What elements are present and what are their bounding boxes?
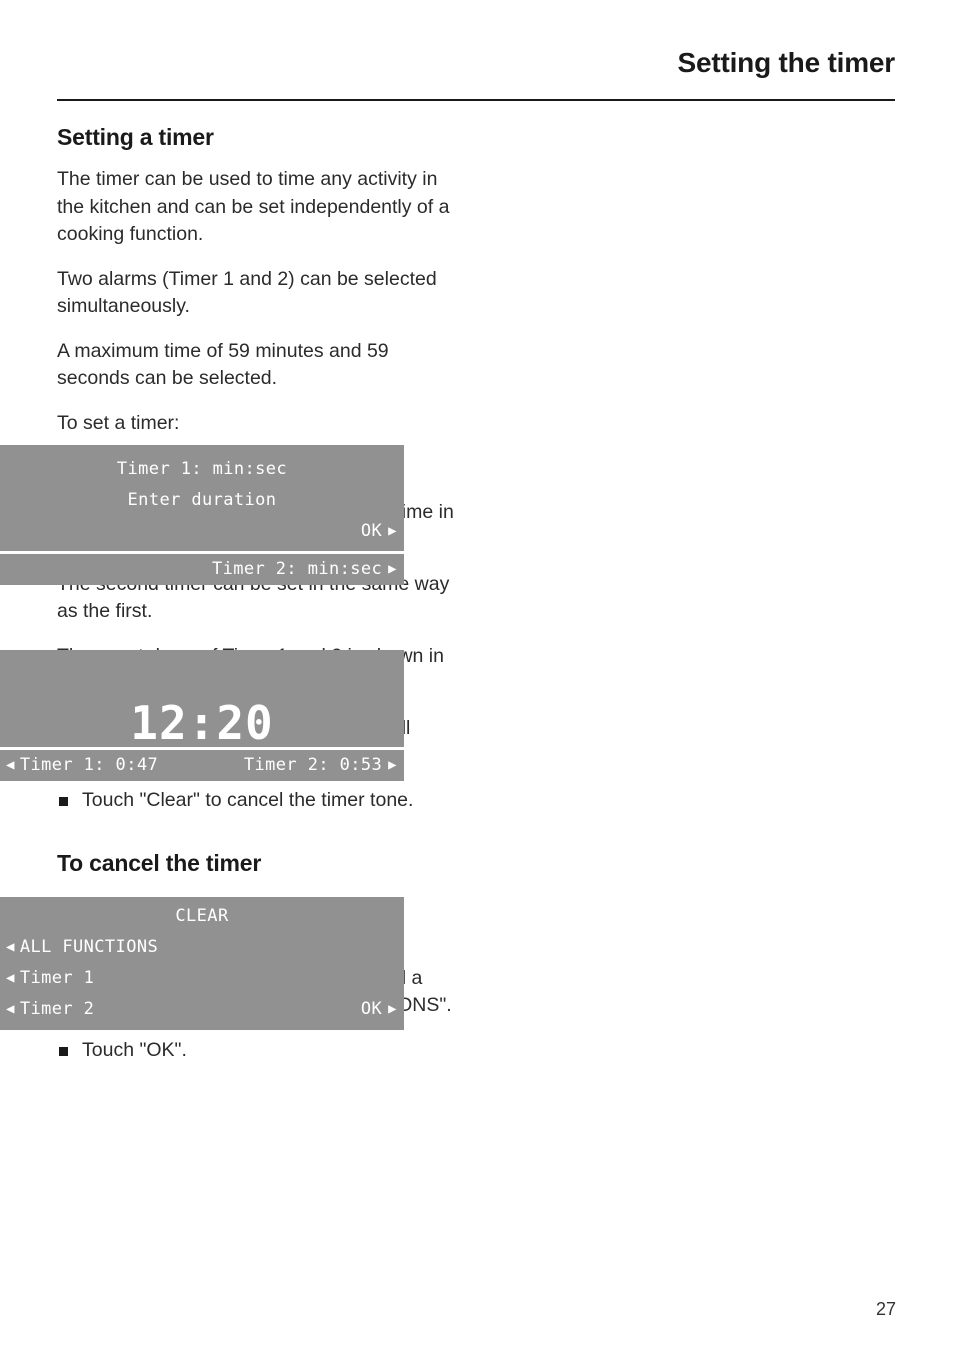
display-illustration-timer-entry: Timer 1: min:sec Enter duration OK ▶ Time…: [0, 445, 404, 585]
arrow-right-icon: ▶: [388, 1001, 397, 1017]
bullet-list-cancel-tone: Touch "Clear" to cancel the timer tone.: [57, 787, 457, 815]
display-timer1-label: Timer 1: 0:47: [19, 755, 159, 775]
page-number: 27: [875, 1299, 896, 1319]
page-title: Setting the timer: [677, 47, 895, 78]
section-heading-setting-a-timer: Setting a timer: [57, 124, 214, 150]
display-menu-item-label: ALL FUNCTIONS: [19, 937, 159, 957]
arrow-left-icon: ◀: [6, 757, 15, 773]
display-illustration-clear-menu: CLEAR ◀ ALL FUNCTIONS ◀ Timer 1 ◀ Timer 2 O…: [0, 897, 404, 1030]
display-ok-label: OK: [360, 999, 383, 1019]
display-timer2-slot: Timer 2: min:sec ▶: [212, 554, 397, 585]
paragraph-to-set-a-timer: To set a timer:: [57, 411, 180, 434]
display-row-ok: OK ▶: [0, 516, 404, 547]
display-menu-item-timer-2: ◀ Timer 2 OK ▶: [0, 994, 404, 1025]
paragraph-two-alarms: Two alarms (Timer 1 and 2) can be select…: [57, 267, 437, 318]
display-timer1-slot: ◀ Timer 1: 0:47: [6, 750, 158, 781]
display-menu-item-slot: ◀ ALL FUNCTIONS: [6, 932, 158, 963]
paragraph-maximum-time: A maximum time of 59 minutes and 59 seco…: [57, 339, 389, 390]
display-ok-slot: OK ▶: [361, 994, 397, 1025]
list-item-label: Touch "OK".: [82, 1038, 187, 1061]
section-heading-to-cancel-the-timer: To cancel the timer: [57, 850, 262, 877]
display-timer2-label: Timer 2: 0:53: [243, 755, 383, 775]
arrow-right-icon: ▶: [388, 523, 397, 539]
display-line-enter-duration: Enter duration: [127, 490, 277, 510]
page-header: Setting the timer: [57, 47, 895, 79]
display-timer2-slot: Timer 2: 0:53 ▶: [244, 750, 397, 781]
display-clock-area: 12:20: [0, 650, 404, 747]
display-row-timer2: Timer 2: min:sec ▶: [0, 554, 404, 585]
display-timer2-label: Timer 2: min:sec: [211, 559, 383, 579]
arrow-left-icon: ◀: [6, 939, 15, 955]
display-illustration-clock-countdown: 12:20 ◀ Timer 1: 0:47 Timer 2: 0:53 ▶: [0, 650, 404, 781]
display-footer-area: Timer 2: min:sec ▶: [0, 554, 404, 585]
display-menu-item-label: Timer 1: [19, 968, 95, 988]
display-menu-item-timer-1: ◀ Timer 1: [0, 963, 404, 994]
bullet-square-icon: [59, 1046, 68, 1056]
arrow-right-icon: ▶: [388, 561, 397, 577]
arrow-right-icon: ▶: [388, 757, 397, 773]
display-clear-inner: CLEAR ◀ ALL FUNCTIONS ◀ Timer 1 ◀ Timer 2 O…: [0, 897, 404, 1030]
bullet-square-icon: [59, 796, 68, 806]
paragraph-timer-description: The timer can be used to time any activi…: [57, 168, 450, 246]
display-menu-item-label: Timer 2: [19, 999, 95, 1019]
display-menu-item-slot: ◀ Timer 1: [6, 963, 94, 994]
arrow-left-icon: ◀: [6, 970, 15, 986]
display-ok-label: OK: [360, 521, 383, 541]
display-menu-item-slot: ◀ Timer 2: [6, 994, 94, 1025]
display-clock-time: 12:20: [130, 696, 274, 750]
arrow-left-icon: ◀: [6, 1001, 15, 1017]
display-menu-item-all-functions: ◀ ALL FUNCTIONS: [0, 932, 404, 963]
display-line-timer1-minsec: Timer 1: min:sec: [116, 459, 288, 479]
display-clear-title: CLEAR: [175, 906, 229, 926]
header-divider: [57, 99, 895, 101]
list-item: Touch "Clear" to cancel the timer tone.: [57, 787, 457, 815]
display-main-area: Timer 1: min:sec Enter duration OK ▶: [0, 445, 404, 551]
display-ok-slot: OK ▶: [361, 516, 397, 547]
display-row-timers: ◀ Timer 1: 0:47 Timer 2: 0:53 ▶: [0, 750, 404, 781]
list-item-label: Touch "Clear" to cancel the timer tone.: [82, 788, 414, 811]
list-item: Touch "OK".: [57, 1037, 457, 1065]
